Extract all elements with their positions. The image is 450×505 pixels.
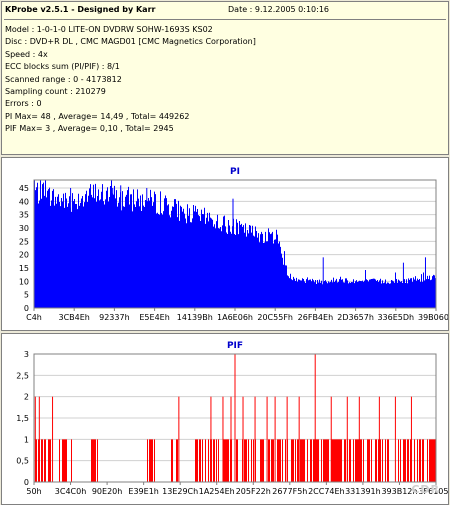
info-disc: Disc : DVD+R DL , CMC MAGD01 [CMC Magnet… <box>5 37 256 47</box>
chart-title: PIF <box>227 341 243 351</box>
y-tick-label: 1,5 <box>16 414 29 423</box>
x-tick-label: 3CB4Eh <box>59 313 90 322</box>
x-tick-label: 13E29Ch <box>162 487 198 496</box>
y-tick-label: 0,5 <box>16 457 29 466</box>
scan-date: Date : 9.12.2005 0:10:16 <box>228 5 329 14</box>
x-tick-label: C4h <box>26 313 42 322</box>
x-tick-label: 50h <box>26 487 41 496</box>
y-tick-label: 25 <box>19 237 29 246</box>
chart-title: PI <box>230 167 240 177</box>
x-tick-label: 90E20h <box>92 487 122 496</box>
x-tick-label: 205F22h <box>236 487 271 496</box>
info-pif-stats: PIF Max= 3 , Average= 0,10 , Total= 2945 <box>5 124 174 134</box>
y-tick-label: 0 <box>24 304 29 313</box>
x-tick-label: 336E5Dh <box>377 313 414 322</box>
info-ecc: ECC blocks sum (PI/PIF) : 8/1 <box>5 62 120 72</box>
x-tick-label: 331391h <box>345 487 381 496</box>
info-lines: Model : 1-0-1-0 LITE-ON DVDRW SOHW-1693S… <box>5 24 256 136</box>
y-tick-label: 3 <box>24 350 29 359</box>
pif-chart-panel: PIF 0 0,5 1 1,5 2 2,5 3 50h 3C4C0h 90E20h E39E1h 13E… <box>1 333 449 505</box>
y-tick-label: 20 <box>19 251 29 260</box>
y-tick-label: 2 <box>24 393 29 402</box>
y-tick-label: 10 <box>19 277 29 286</box>
x-tick-label: 2677F5h <box>272 487 307 496</box>
y-tick-label: 30 <box>19 224 29 233</box>
app-title: KProbe v2.5.1 - Designed by Karr <box>5 5 156 14</box>
x-tick-label: 39B060h <box>418 313 448 322</box>
x-tick-label: 26FB4Eh <box>298 313 333 322</box>
info-errors: Errors : 0 <box>5 99 42 109</box>
info-range: Scanned range : 0 - 4173812 <box>5 74 122 84</box>
info-speed: Speed : 4x <box>5 49 48 59</box>
x-tick-label: 1A6E06h <box>217 313 253 322</box>
info-sampling: Sampling count : 210279 <box>5 86 106 96</box>
x-tick-label: 1A254Eh <box>199 487 235 496</box>
y-tick-label: 5 <box>24 291 29 300</box>
divider <box>4 19 446 20</box>
y-tick-label: 40 <box>19 197 29 206</box>
y-tick-label: 35 <box>19 211 29 220</box>
pi-chart-panel: PI 0 5 10 15 20 25 30 35 40 45 C4h 3CB4Eh 92337h E5E4E… <box>1 157 449 331</box>
pi-chart: PI 0 5 10 15 20 25 30 35 40 45 C4h 3CB4Eh 92337h E5E4E… <box>19 167 448 322</box>
y-tick-label: 0 <box>24 478 29 487</box>
y-tick-label: 2,5 <box>16 371 29 380</box>
x-tick-label: 20C55Fh <box>257 313 293 322</box>
x-tick-label: E5E4Eh <box>139 313 169 322</box>
x-tick-label: 14139Bh <box>177 313 213 322</box>
x-tick-label: E39E1h <box>128 487 158 496</box>
x-tick-label: 2CC74Eh <box>308 487 345 496</box>
x-tick-label: 3C4C0h <box>55 487 87 496</box>
y-tick-label: 15 <box>19 264 29 273</box>
y-tick-label: 1 <box>24 435 29 444</box>
x-tick-label: 2D3657h <box>337 313 374 322</box>
info-model: Model : 1-0-1-0 LITE-ON DVDRW SOHW-1693S… <box>5 25 213 34</box>
info-pi-stats: PI Max= 48 , Average= 14,49 , Total= 449… <box>5 111 190 121</box>
y-tick-label: 45 <box>19 184 29 193</box>
cdr-watermark: CDR <box>411 483 440 496</box>
scan-info-panel: KProbe v2.5.1 - Designed by Karr Date : … <box>1 1 449 155</box>
x-tick-label: 92337h <box>99 313 130 322</box>
pif-chart: PIF 0 0,5 1 1,5 2 2,5 3 50h 3C4C0h 90E20h E39E1h 13E… <box>16 341 448 496</box>
